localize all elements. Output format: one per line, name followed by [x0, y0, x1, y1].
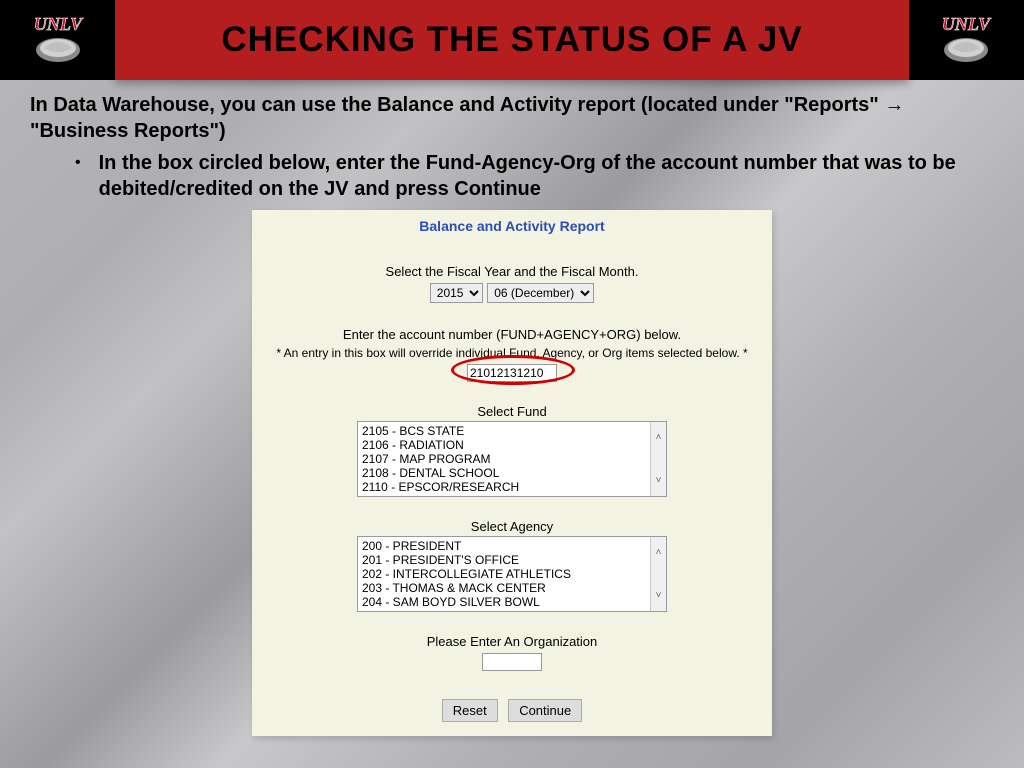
report-panel: Balance and Activity Report Select the F… — [252, 210, 772, 736]
select-fy-line: Select the Fiscal Year and the Fiscal Mo… — [262, 264, 762, 279]
list-item[interactable]: 200 - PRESIDENT — [362, 539, 648, 553]
fund-listbox[interactable]: 2105 - BCS STATE 2106 - RADIATION 2107 -… — [357, 421, 667, 497]
list-item[interactable]: 2107 - MAP PROGRAM — [362, 452, 648, 466]
organization-input[interactable] — [482, 653, 542, 671]
select-fund-label: Select Fund — [262, 404, 762, 419]
fiscal-month-select[interactable]: 06 (December) — [487, 283, 594, 303]
slide-title: CHECKING THE STATUS OF A JV — [221, 20, 802, 60]
agency-listbox[interactable]: 200 - PRESIDENT 201 - PRESIDENT'S OFFICE… — [357, 536, 667, 612]
chevron-up-icon[interactable]: ˄ — [656, 547, 662, 558]
continue-button[interactable]: Continue — [508, 699, 582, 722]
chevron-down-icon[interactable]: ˅ — [656, 475, 662, 486]
list-item[interactable]: 2106 - RADIATION — [362, 438, 648, 452]
account-number-input[interactable] — [467, 364, 557, 382]
report-title: Balance and Activity Report — [262, 218, 762, 234]
bullet-block: • In the box circled below, enter the Fu… — [0, 144, 1024, 202]
reset-button[interactable]: Reset — [442, 699, 498, 722]
intro-pre: In Data Warehouse, you can use the Balan… — [30, 94, 884, 116]
account-override-hint: * An entry in this box will override ind… — [262, 346, 762, 360]
chevron-up-icon[interactable]: ˄ — [656, 432, 662, 443]
organization-label: Please Enter An Organization — [262, 634, 762, 649]
list-item[interactable]: 2110 - EPSCOR/RESEARCH — [362, 480, 648, 494]
intro-post: "Business Reports") — [30, 120, 226, 142]
list-item[interactable]: 2108 - DENTAL SCHOOL — [362, 466, 648, 480]
account-number-line: Enter the account number (FUND+AGENCY+OR… — [262, 327, 762, 342]
unlv-logo-left: UNLV — [14, 8, 102, 72]
list-item[interactable]: 2105 - BCS STATE — [362, 424, 648, 438]
svg-text:UNLV: UNLV — [34, 14, 84, 34]
slide-header: UNLV CHECKING THE STATUS OF A JV UNLV — [0, 0, 1024, 80]
bullet-dot: • — [75, 150, 81, 176]
list-item[interactable]: 201 - PRESIDENT'S OFFICE — [362, 553, 648, 567]
chevron-down-icon[interactable]: ˅ — [656, 590, 662, 601]
agency-scrollbar[interactable]: ˄ ˅ — [650, 537, 666, 611]
intro-text: In Data Warehouse, you can use the Balan… — [0, 80, 1024, 144]
svg-text:UNLV: UNLV — [942, 14, 992, 34]
list-item[interactable]: 204 - SAM BOYD SILVER BOWL — [362, 595, 648, 609]
list-item[interactable]: 203 - THOMAS & MACK CENTER — [362, 581, 648, 595]
bullet-text: In the box circled below, enter the Fund… — [99, 150, 994, 202]
select-agency-label: Select Agency — [262, 519, 762, 534]
list-item[interactable]: 202 - INTERCOLLEGIATE ATHLETICS — [362, 567, 648, 581]
fiscal-year-select[interactable]: 2015 — [430, 283, 483, 303]
title-band: CHECKING THE STATUS OF A JV — [115, 0, 909, 80]
arrow-icon: → — [884, 94, 904, 116]
unlv-logo-right: UNLV — [922, 8, 1010, 72]
fund-scrollbar[interactable]: ˄ ˅ — [650, 422, 666, 496]
